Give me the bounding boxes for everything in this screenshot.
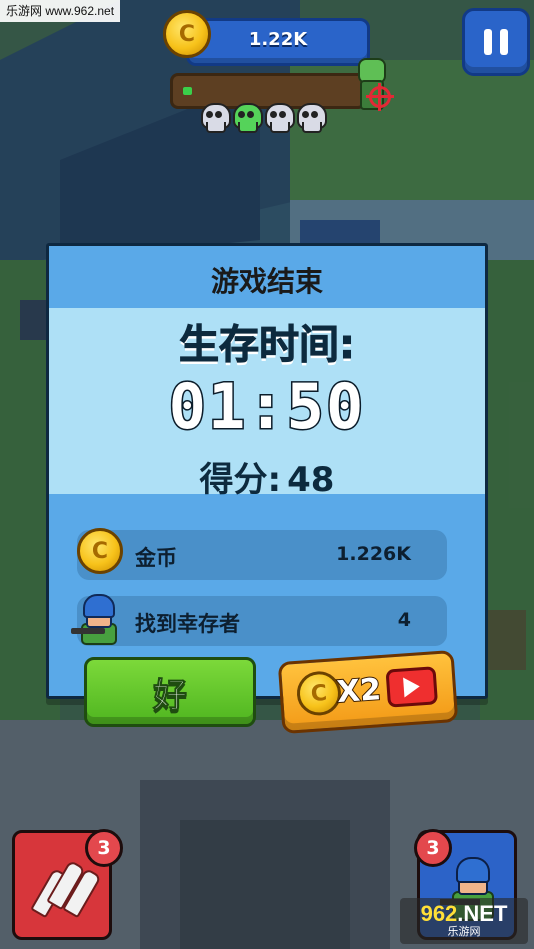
coin-counter: 1.22K [186,18,370,66]
skull-icon [232,103,263,133]
rocket-ability-card[interactable]: 3 [12,829,123,940]
skull-icon [296,103,327,133]
score-value: 48 [287,460,335,500]
survivor-icon [71,590,127,648]
result-panel: 生存时间: 01:50 得分: 48 [49,308,485,500]
score-label: 得分: [199,460,282,500]
rocket-count-badge: 3 [85,829,123,867]
skull-icon [200,103,231,133]
play-video-icon [385,666,439,708]
watermark-bottom: 962.NET 乐游网 [400,898,528,944]
ok-button-label: 好 [153,675,188,716]
game-over-dialog: 游戏结束 生存时间: 01:50 得分: 48 C 金币 1.226K 找到幸存者… [46,243,488,699]
double-label: X2 [335,671,383,711]
reward-value: 1.226K [336,543,411,565]
ok-button[interactable]: 好 [84,657,256,727]
watermark-main: 962.NET [420,901,508,926]
reward-row-coins: C 金币 1.226K [77,528,447,580]
score-row: 得分: 48 [49,452,485,501]
watermark-sub: 乐游网 [447,925,481,938]
crosshair-icon [366,83,394,111]
reward-row-survivors: 找到幸存者 4 [71,594,447,646]
reward-label: 找到幸存者 [135,612,240,636]
watermark-top: 乐游网 www.962.net [0,0,121,22]
dialog-title: 游戏结束 [210,265,323,298]
coin-icon: C [77,528,123,574]
wave-progress-fill [183,87,192,95]
coin-icon: C [163,10,211,58]
pause-icon [484,29,492,55]
skull-icon [264,103,295,133]
survival-time-label: 生存时间: [179,322,356,369]
rocket-icon [30,855,102,925]
pause-icon [500,29,508,55]
survivor-count-badge: 3 [414,829,452,867]
double-reward-button[interactable]: C X2 [277,649,459,735]
wave-skulls [200,103,327,133]
coin-counter-value: 1.22K [248,29,308,50]
reward-value: 4 [397,609,411,631]
survival-timer: 01:50 [167,369,366,445]
reward-label: 金币 [135,546,177,570]
pause-button[interactable] [462,8,530,76]
